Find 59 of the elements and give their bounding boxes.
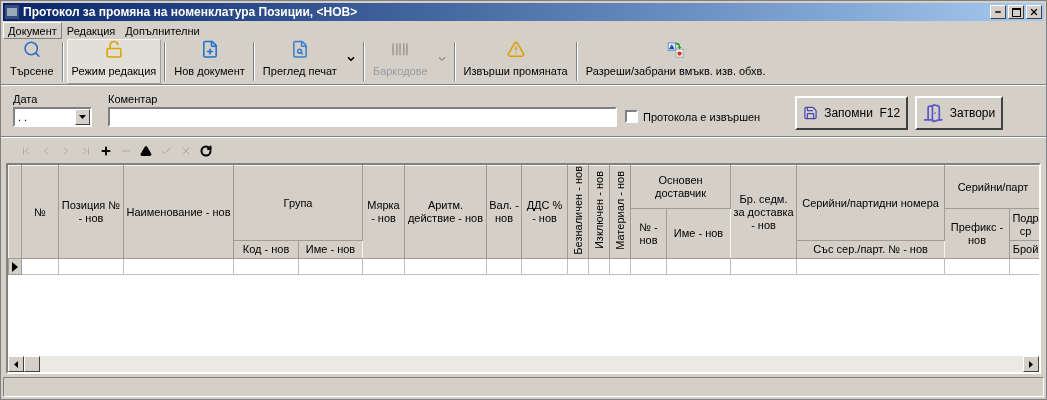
minimize-icon xyxy=(994,8,1002,16)
column-header[interactable]: Група xyxy=(233,165,363,241)
toolbar-button[interactable]: Извърши промяната xyxy=(458,39,573,84)
right-arrow-icon xyxy=(1029,360,1033,368)
column-header[interactable]: № - нов xyxy=(630,208,667,259)
door-icon xyxy=(923,101,944,125)
first-icon xyxy=(20,144,32,157)
up-triangle-button[interactable] xyxy=(139,143,153,158)
column-header[interactable]: Серийни/партидни номера xyxy=(796,165,945,241)
refresh-icon xyxy=(200,144,212,157)
menu-item[interactable]: Документ xyxy=(3,21,62,39)
left-arrow-icon xyxy=(14,360,18,368)
column-header[interactable]: Основен доставчик xyxy=(630,165,731,209)
checkbox[interactable] xyxy=(625,110,638,124)
column-header[interactable]: Код - нов xyxy=(233,240,299,259)
plus-icon xyxy=(100,144,112,157)
scroll-right-button[interactable] xyxy=(1023,356,1039,372)
toolbar-button[interactable]: Режим редакция xyxy=(66,39,162,84)
maximize-button[interactable] xyxy=(1008,5,1024,19)
column-header[interactable]: Изключен - нов xyxy=(588,165,610,259)
menu-item[interactable]: Редакция xyxy=(61,21,121,39)
save-button[interactable]: Запомни F12 xyxy=(795,96,909,130)
maximize-icon xyxy=(1011,7,1021,17)
menu-item[interactable]: Допълнителни xyxy=(120,21,205,39)
checkbox-label: Протокола е извършен xyxy=(643,109,761,125)
column-header[interactable]: № xyxy=(21,165,59,259)
column-header[interactable]: Материал - нов xyxy=(609,165,631,259)
column-header[interactable]: Безналичен - нов xyxy=(567,165,589,259)
close-icon xyxy=(1029,7,1039,17)
column-header[interactable]: Бр. седм. за доставка - нов xyxy=(730,165,797,259)
toolbar-button[interactable]: Търсене xyxy=(5,39,59,84)
toolbar-button[interactable]: Разреши/забрани вмъкв. изв. обхв. xyxy=(580,39,771,84)
dropdown-button[interactable] xyxy=(75,109,90,125)
horizontal-scrollbar[interactable] xyxy=(8,356,1039,372)
column-header[interactable]: Серийни/парт xyxy=(944,165,1039,209)
caret-icon xyxy=(79,115,86,119)
comment-field[interactable] xyxy=(108,107,617,127)
app-icon xyxy=(5,5,19,19)
scroll-thumb[interactable] xyxy=(24,356,40,372)
scroll-left-button[interactable] xyxy=(8,356,24,372)
window-title: Протокол за промяна на номенклатура Позиции, <НОВ> xyxy=(23,4,358,21)
minimize-button[interactable] xyxy=(990,5,1006,19)
toolbar-button[interactable]: Преглед печат xyxy=(257,39,342,84)
column-header[interactable]: Вал. - нов xyxy=(486,165,522,259)
refresh-button[interactable] xyxy=(199,143,213,158)
column-header[interactable]: Аритм. действие - нов xyxy=(404,165,487,259)
column-header[interactable]: ДДС % - нов xyxy=(521,165,568,259)
date-field[interactable]: . . xyxy=(13,107,92,127)
field-label: Дата xyxy=(13,91,39,107)
last-icon xyxy=(80,144,92,157)
up-triangle-icon xyxy=(140,144,152,157)
toolbar-button[interactable]: Нов документ xyxy=(169,39,250,84)
column-header[interactable]: Наименование - нов xyxy=(123,165,234,259)
close-window-button[interactable]: Затвори xyxy=(915,96,1004,130)
column-header[interactable]: Префикс - нов xyxy=(944,208,1010,259)
field-label: Коментар xyxy=(108,91,159,107)
column-header[interactable]: Позиция № - нов xyxy=(58,165,124,259)
column-header[interactable]: Мярка - нов xyxy=(362,165,405,259)
close-button[interactable] xyxy=(1026,5,1042,19)
